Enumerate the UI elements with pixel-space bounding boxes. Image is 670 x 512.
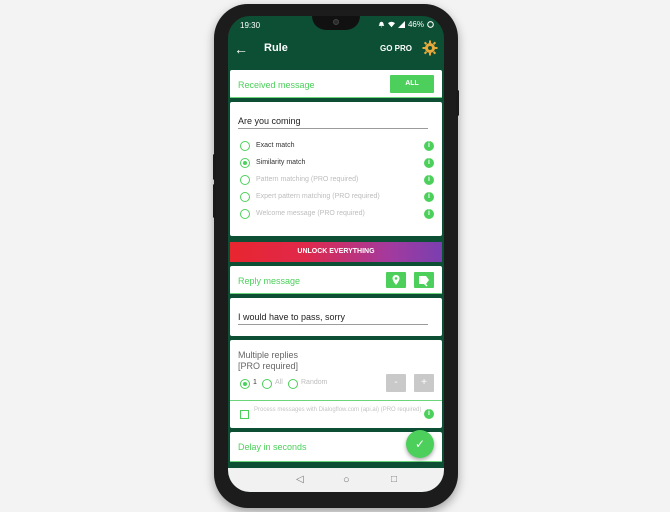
option-pattern-matching[interactable]: Pattern matching (PRO required) i (238, 174, 434, 188)
received-message-card: Are you coming Exact match i Similarity … (230, 102, 442, 236)
reply-message-input[interactable]: I would have to pass, sorry (238, 312, 345, 322)
radio-button[interactable] (240, 175, 250, 185)
option-label: Pattern matching (PRO required) (256, 176, 359, 183)
input-underline (238, 324, 428, 325)
location-button[interactable] (386, 272, 406, 288)
radio-button[interactable] (288, 379, 298, 389)
multiple-replies-title: Multiple replies (238, 350, 299, 360)
increment-button[interactable]: + (414, 374, 434, 392)
wifi-icon (387, 21, 395, 28)
received-message-title: Received message (238, 80, 315, 90)
nav-recents-icon[interactable]: □ (391, 474, 397, 486)
reply-message-header: Reply message (230, 266, 442, 294)
divider (230, 400, 442, 401)
info-icon[interactable]: i (424, 192, 434, 202)
dialogflow-checkbox[interactable] (240, 410, 249, 419)
multiple-replies-label: Multiple replies [PRO required] (238, 350, 298, 372)
camera-icon (333, 19, 339, 25)
multiple-replies-card: Multiple replies [PRO required] 1 All Ra… (230, 340, 442, 428)
phone-screen: 19:30 46% ← Rule GO PRO Received message… (228, 16, 444, 492)
system-nav-bar: ◁ ○ □ (228, 468, 444, 492)
volume-up-button (213, 154, 216, 180)
radio-button[interactable] (240, 379, 250, 389)
divider (230, 293, 442, 294)
volume-down-button (213, 184, 216, 218)
choice-random[interactable]: Random (288, 378, 348, 390)
info-icon[interactable]: i (424, 158, 434, 168)
divider (230, 461, 442, 462)
app-bar: ← Rule GO PRO (228, 38, 444, 62)
location-pin-icon (392, 275, 400, 285)
radio-button[interactable] (240, 209, 250, 219)
battery-icon (427, 21, 434, 28)
received-message-input[interactable]: Are you coming (238, 116, 301, 126)
option-label: Welcome message (PRO required) (256, 210, 365, 217)
unlock-everything-button[interactable]: UNLOCK EVERYTHING (230, 242, 442, 262)
reply-arrow-icon (419, 276, 429, 287)
info-icon[interactable]: i (424, 209, 434, 219)
input-underline (238, 128, 428, 129)
gear-icon[interactable] (422, 40, 438, 56)
check-icon: ✓ (414, 437, 426, 451)
option-label: Similarity match (256, 159, 306, 166)
choice-label: 1 (253, 379, 257, 386)
radio-button[interactable] (240, 192, 250, 202)
phone-frame: 19:30 46% ← Rule GO PRO Received message… (213, 4, 459, 508)
option-welcome-message[interactable]: Welcome message (PRO required) i (238, 208, 434, 222)
all-button[interactable]: ALL (390, 75, 434, 93)
received-message-header: Received message ALL (230, 70, 442, 98)
reply-type-button[interactable] (414, 272, 434, 288)
rule-content: Received message ALL Are you coming Exac… (228, 68, 444, 468)
nav-home-icon[interactable]: ○ (343, 474, 350, 486)
option-label: Exact match (256, 142, 295, 149)
notification-icon (378, 21, 385, 28)
status-time: 19:30 (240, 21, 261, 30)
option-exact-match[interactable]: Exact match i (238, 140, 434, 154)
save-fab-button[interactable]: ✓ (406, 430, 434, 458)
decrement-button[interactable]: - (386, 374, 406, 392)
option-label: Expert pattern matching (PRO required) (256, 193, 380, 200)
choice-label: Random (301, 379, 328, 386)
reply-message-card: I would have to pass, sorry (230, 298, 442, 336)
reply-message-title: Reply message (238, 276, 301, 286)
battery-percent: 46% (407, 20, 424, 29)
option-similarity-match[interactable]: Similarity match i (238, 157, 434, 171)
nav-back-icon[interactable]: ◁ (296, 474, 304, 486)
power-button (456, 90, 459, 116)
info-icon[interactable]: i (424, 175, 434, 185)
choice-label: All (275, 379, 283, 386)
radio-button[interactable] (240, 158, 250, 168)
back-arrow-icon[interactable]: ← (234, 40, 248, 58)
divider (230, 97, 442, 98)
radio-button[interactable] (262, 379, 272, 389)
page-title: Rule (264, 42, 288, 54)
status-icons: 46% (378, 20, 434, 29)
signal-icon (397, 21, 405, 28)
delay-title: Delay in seconds (238, 442, 307, 452)
radio-button[interactable] (240, 141, 250, 151)
camera-notch (312, 16, 360, 30)
info-icon[interactable]: i (424, 409, 434, 419)
pro-required-label: [PRO required] (238, 361, 299, 371)
option-expert-pattern-matching[interactable]: Expert pattern matching (PRO required) i (238, 191, 434, 205)
dialogflow-label: Process messages with Dialogflow.com (ap… (254, 407, 422, 413)
go-pro-button[interactable]: GO PRO (380, 44, 412, 53)
info-icon[interactable]: i (424, 141, 434, 151)
